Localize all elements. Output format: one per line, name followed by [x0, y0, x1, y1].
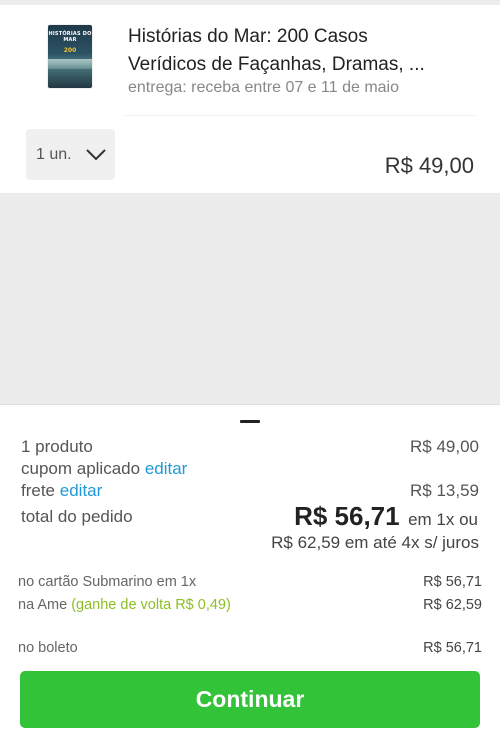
ame-payment-value: R$ 62,59 [423, 597, 482, 613]
quantity-select[interactable]: 1 un. [26, 129, 115, 180]
shipping-edit-link[interactable]: editar [60, 481, 103, 500]
order-summary-sheet: 1 produto R$ 49,00 cupom aplicado editar… [0, 404, 500, 736]
coupon-label-group: cupom aplicado editar [21, 459, 187, 479]
installments-text: R$ 62,59 em até 4x s/ juros [271, 533, 479, 552]
thumbnail-number: 200 [63, 47, 77, 54]
ame-cashback-text: (ganhe de volta R$ 0,49) [71, 597, 231, 613]
delivery-estimate: entrega: receba entre 07 e 11 de maio [128, 79, 399, 96]
continue-button[interactable]: Continuar [20, 671, 480, 728]
shipping-label: frete [21, 481, 56, 500]
coupon-edit-link[interactable]: editar [145, 459, 188, 478]
empty-background-area [0, 193, 500, 404]
product-price: R$ 49,00 [384, 153, 474, 178]
card-payment-value: R$ 56,71 [423, 574, 482, 590]
cart-product-card: HISTÓRIAS DO MAR 200 Histórias do Mar: 2… [0, 5, 500, 193]
ame-label-group: na Ame (ganhe de volta R$ 0,49) [18, 597, 231, 613]
total-suffix: em 1x ou [408, 510, 478, 529]
product-title-line-2[interactable]: Verídicos de Façanhas, Dramas, ... [128, 51, 448, 79]
boleto-payment-value: R$ 56,71 [423, 640, 482, 656]
boleto-payment-label: no boleto [18, 640, 78, 656]
quantity-value: 1 un. [36, 145, 72, 163]
products-count-label: 1 produto [21, 437, 93, 456]
coupon-label: cupom aplicado [21, 459, 141, 478]
shipping-value: R$ 13,59 [410, 481, 479, 500]
shipping-label-group: frete editar [21, 481, 102, 501]
product-thumbnail[interactable]: HISTÓRIAS DO MAR 200 [48, 25, 92, 88]
thumbnail-title: HISTÓRIAS DO MAR [48, 31, 92, 43]
product-divider [125, 115, 475, 116]
sheet-drag-handle[interactable] [240, 420, 260, 423]
chevron-down-icon [85, 148, 106, 160]
products-subtotal: R$ 49,00 [410, 437, 479, 456]
card-payment-label: no cartão Submarino em 1x [18, 574, 197, 590]
ame-payment-label: na Ame [18, 597, 68, 613]
total-label: total do pedido [21, 507, 133, 526]
product-title-line-1[interactable]: Histórias do Mar: 200 Casos [128, 23, 448, 51]
total-value-group: R$ 56,71 em 1x ou [294, 501, 478, 532]
thumbnail-wave-art [48, 59, 92, 69]
order-total: R$ 56,71 [294, 501, 400, 531]
